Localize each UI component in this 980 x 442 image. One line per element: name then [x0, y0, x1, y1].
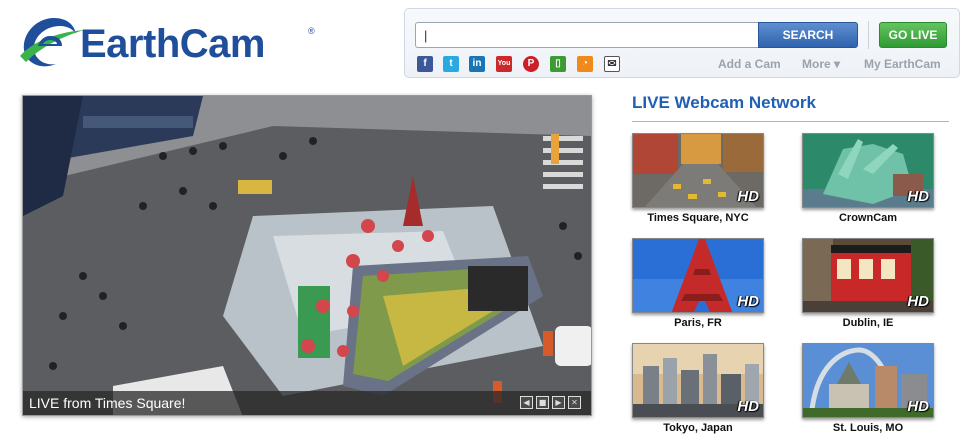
network-divider — [632, 121, 949, 122]
youtube-icon[interactable]: You — [496, 56, 512, 72]
cam-label[interactable]: St. Louis, MO — [782, 421, 954, 435]
cam-thumbnail[interactable]: HD — [802, 133, 934, 208]
video-caption-bar: LIVE from Times Square! ◀ ■ ▶ ✕ — [23, 391, 591, 415]
my-earthcam-link[interactable]: My EarthCam — [864, 56, 941, 72]
facebook-icon[interactable]: f — [417, 56, 433, 72]
hd-badge: HD — [737, 293, 759, 310]
pinterest-icon[interactable]: P — [523, 56, 539, 72]
cam-thumbnail[interactable]: HD — [802, 343, 934, 418]
registered-mark: ® — [308, 26, 315, 36]
cam-label[interactable]: Dublin, IE — [782, 316, 954, 330]
cam-label[interactable]: Tokyo, Japan — [612, 421, 784, 435]
times-square-live-view — [23, 96, 591, 415]
cam-thumbnail[interactable]: HD — [632, 133, 764, 208]
close-icon[interactable]: ✕ — [568, 396, 581, 409]
divider — [868, 21, 869, 49]
hd-badge: HD — [737, 398, 759, 415]
search-input[interactable] — [415, 22, 758, 48]
earthcam-swoosh-icon — [20, 18, 84, 67]
logo-wordmark: EarthCam — [80, 22, 265, 66]
email-icon[interactable]: ✉ — [604, 56, 620, 72]
search-panel: SEARCH GO LIVE f t in You P ▯ ◔ ✉ Add a … — [404, 8, 960, 78]
linkedin-icon[interactable]: in — [469, 56, 485, 72]
stop-icon[interactable]: ■ — [536, 396, 549, 409]
cam-label[interactable]: Times Square, NYC — [612, 211, 784, 225]
cam-label[interactable]: CrownCam — [782, 211, 954, 225]
hd-badge: HD — [737, 188, 759, 205]
network-title: LIVE Webcam Network — [632, 93, 816, 112]
search-button[interactable]: SEARCH — [758, 22, 858, 48]
main-video-player[interactable]: LIVE from Times Square! ◀ ■ ▶ ✕ — [22, 95, 592, 416]
rewind-icon[interactable]: ◀ — [520, 396, 533, 409]
rss-icon[interactable]: ◔ — [577, 56, 593, 72]
cam-thumbnail[interactable]: HD — [632, 238, 764, 313]
hd-badge: HD — [907, 188, 929, 205]
hd-badge: HD — [907, 398, 929, 415]
cam-label[interactable]: Paris, FR — [612, 316, 784, 330]
more-menu[interactable]: More ▾ — [802, 56, 840, 72]
go-live-button[interactable]: GO LIVE — [879, 22, 947, 48]
add-a-cam-link[interactable]: Add a Cam — [718, 56, 781, 72]
earthcam-logo[interactable]: EarthCam ® — [16, 12, 326, 74]
mobile-app-icon[interactable]: ▯ — [550, 56, 566, 72]
hd-badge: HD — [907, 293, 929, 310]
twitter-icon[interactable]: t — [443, 56, 459, 72]
cam-thumbnail[interactable]: HD — [802, 238, 934, 313]
play-icon[interactable]: ▶ — [552, 396, 565, 409]
cam-thumbnail[interactable]: HD — [632, 343, 764, 418]
video-caption: LIVE from Times Square! — [29, 395, 186, 411]
